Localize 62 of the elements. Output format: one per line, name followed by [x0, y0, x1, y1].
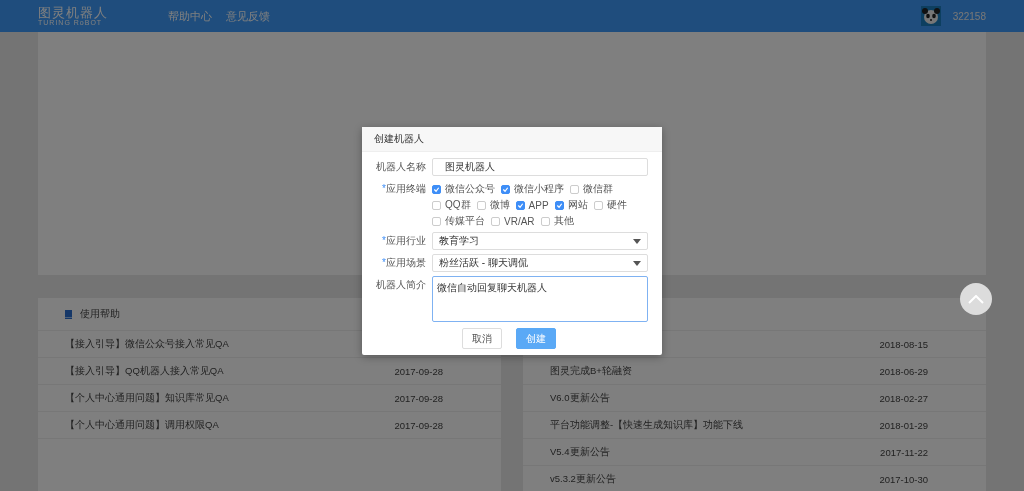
checkbox-option[interactable]: 网站	[554, 198, 588, 212]
checkbox-option[interactable]: VR/AR	[491, 214, 535, 228]
article-link[interactable]: 平台功能调整-【快速生成知识库】功能下线	[550, 418, 744, 432]
logo-title: 图灵机器人	[38, 6, 108, 19]
caret-icon	[633, 260, 641, 266]
article-link[interactable]: 图灵完成B+轮融资	[550, 364, 632, 378]
checkbox-option[interactable]: 微博	[476, 198, 510, 212]
caret-icon	[633, 238, 641, 244]
checkbox-option[interactable]: 其他	[540, 214, 574, 228]
checkbox-option[interactable]: QQ群	[432, 198, 471, 212]
cancel-button[interactable]: 取消	[462, 328, 502, 349]
checkbox-option[interactable]: 传媒平台	[432, 214, 485, 228]
dropdown-field[interactable]: 粉丝活跃 - 聊天调侃	[432, 254, 648, 272]
article-link[interactable]: 【接入引导】QQ机器人接入常见QA	[65, 364, 224, 378]
article-link[interactable]: V5.4更新公告	[550, 445, 610, 459]
article-date: 2018-01-29	[879, 419, 928, 431]
dialog-title: 创建机器人	[374, 132, 424, 146]
checkbox[interactable]	[570, 184, 579, 194]
checkbox[interactable]	[432, 184, 441, 194]
checkbox-option[interactable]: 微信公众号	[432, 182, 495, 196]
checkbox[interactable]	[476, 200, 486, 210]
description-field[interactable]: 微信自动回复聊天机器人	[432, 276, 648, 322]
required-mark: *	[382, 235, 386, 246]
article-link[interactable]: 【个人中心通用问题】调用权限QA	[65, 418, 219, 432]
checkbox-option[interactable]: APP	[515, 198, 549, 212]
article-date: 2017-09-28	[394, 365, 443, 377]
article-date: 2017-11-22	[880, 446, 928, 458]
article-date: 2018-08-15	[879, 338, 928, 350]
dropdown-field[interactable]: 教育学习	[432, 232, 648, 250]
chevron-up-icon	[968, 294, 984, 304]
article-link[interactable]: v5.3.2更新公告	[550, 472, 616, 486]
field-label: 应用终端	[386, 183, 426, 194]
article-link[interactable]: V6.0更新公告	[550, 391, 610, 405]
checkbox[interactable]	[515, 200, 525, 210]
scroll-top-button[interactable]	[960, 283, 992, 315]
article-link[interactable]: 【接入引导】微信公众号接入常见QA	[65, 337, 229, 351]
checkbox[interactable]	[432, 216, 441, 226]
required-mark: *	[382, 183, 386, 194]
field-label: 机器人简介	[376, 279, 426, 290]
panel-title: 使用帮助	[80, 307, 120, 321]
field-label: 应用场景	[386, 257, 426, 268]
article-date: 2017-10-30	[879, 473, 928, 485]
checkbox[interactable]	[491, 216, 500, 226]
article-date: 2018-02-27	[879, 392, 928, 404]
name-field[interactable]: 图灵机器人	[432, 158, 648, 176]
panda-avatar-icon[interactable]	[920, 6, 941, 26]
field-label: 应用行业	[386, 235, 426, 246]
checkbox-option[interactable]: 微信小程序	[501, 182, 564, 196]
checkbox[interactable]	[432, 200, 441, 210]
book-icon	[65, 309, 72, 319]
article-date: 2018-06-29	[879, 365, 928, 377]
checkbox-option[interactable]: 微信群	[570, 182, 613, 196]
article-link[interactable]: 【个人中心通用问题】知识库常见QA	[65, 391, 229, 405]
checkbox[interactable]	[554, 200, 564, 210]
checkbox[interactable]	[540, 216, 550, 226]
article-date: 2017-09-28	[394, 419, 443, 431]
article-date: 2017-09-28	[394, 392, 443, 404]
field-label: 机器人名称	[376, 161, 426, 172]
checkbox[interactable]	[501, 184, 510, 194]
required-mark: *	[382, 257, 386, 268]
checkbox-option[interactable]: 硬件	[593, 198, 627, 212]
checkbox[interactable]	[593, 200, 603, 210]
